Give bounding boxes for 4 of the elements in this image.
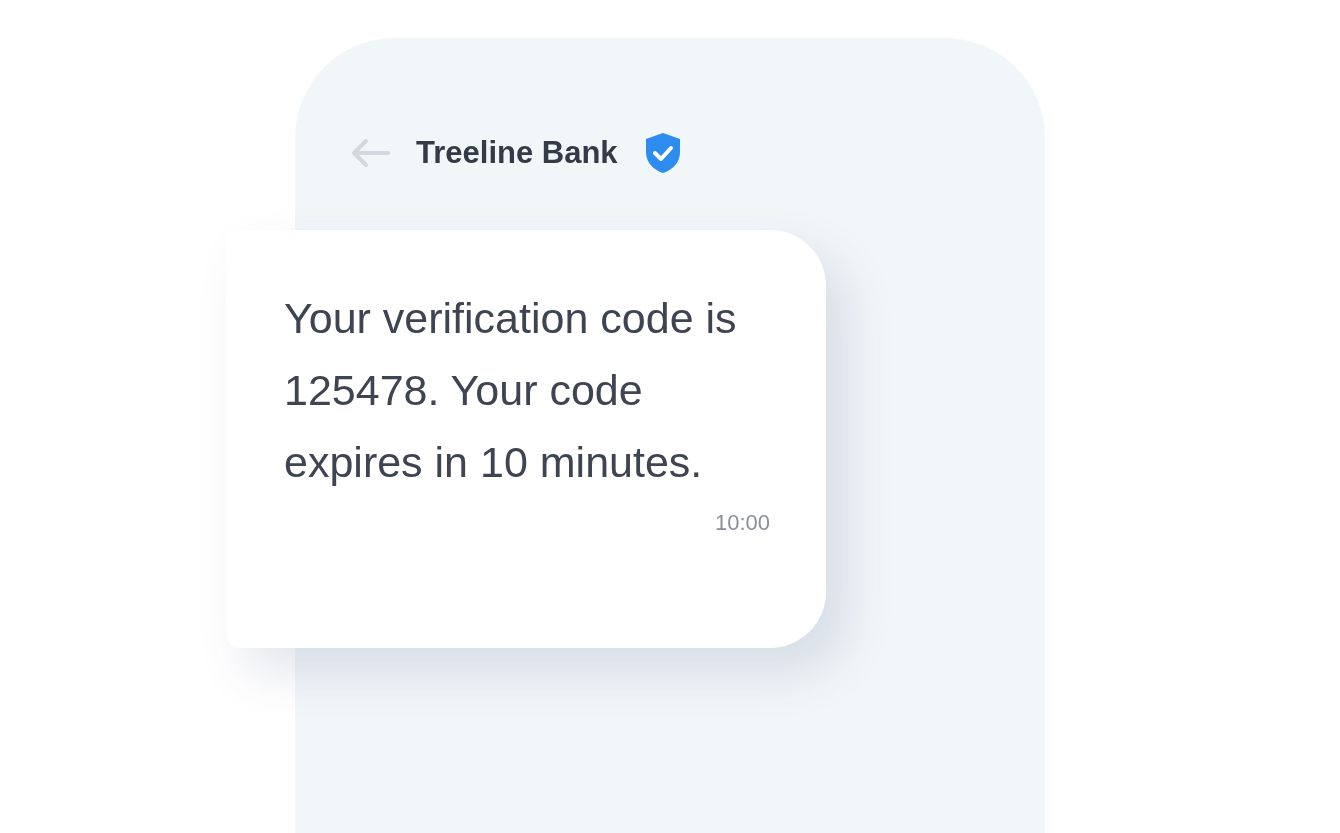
message-time: 10:00 xyxy=(714,510,770,536)
back-arrow-icon[interactable] xyxy=(350,138,390,168)
message-text: Your verification code is 125478. Your code expires in 10 minutes. xyxy=(284,293,738,488)
sender-name: Treeline Bank xyxy=(416,135,618,171)
